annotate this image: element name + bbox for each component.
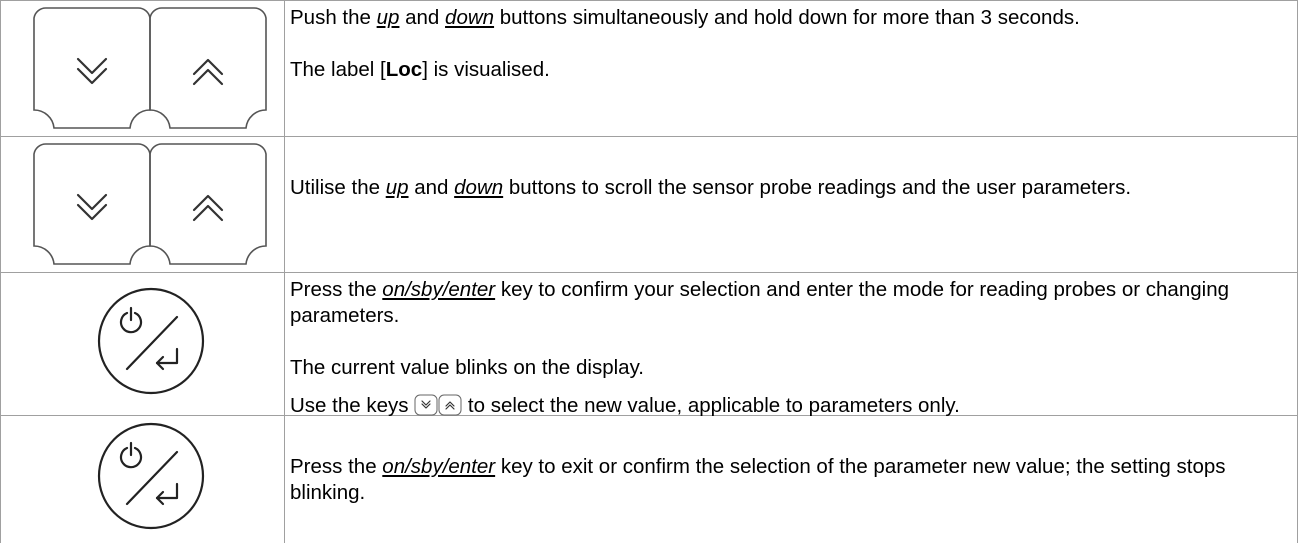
keys-paragraph: Use the keys to select the new value, ap… xyxy=(290,394,960,417)
column-divider xyxy=(284,0,285,543)
table-border-top xyxy=(0,0,1298,1)
blink-paragraph: The current value blinks on the display. xyxy=(290,356,645,379)
instruction-paragraph: Press the on/sby/enter key to confirm yo… xyxy=(290,278,1229,327)
down-up-keys-icon xyxy=(33,7,267,129)
instruction-paragraph: Press the on/sby/enter key to exit or co… xyxy=(290,455,1226,504)
table-border-left xyxy=(0,0,1,543)
row-4-text: Press the on/sby/enter key to exit or co… xyxy=(290,454,1290,506)
row-3-text: Press the on/sby/enter key to confirm yo… xyxy=(290,277,1290,419)
instruction-paragraph: Utilise the up and down buttons to scrol… xyxy=(290,176,1132,199)
instruction-paragraph: Push the up and down buttons simultaneou… xyxy=(290,6,1080,29)
row-1-text: Push the up and down buttons simultaneou… xyxy=(290,5,1290,83)
row-2-text: Utilise the up and down buttons to scrol… xyxy=(290,175,1290,201)
row-divider xyxy=(0,272,1298,273)
power-enter-icon xyxy=(97,422,205,530)
down-up-keys-mini-icon xyxy=(414,394,462,416)
power-enter-icon xyxy=(97,287,205,395)
row-divider xyxy=(0,136,1298,137)
loc-label: Loc xyxy=(385,58,423,81)
result-paragraph: The label [Loc] is visualised. xyxy=(290,58,550,81)
instruction-table: Push the up and down buttons simultaneou… xyxy=(0,0,1298,543)
down-up-keys-icon xyxy=(33,143,267,265)
